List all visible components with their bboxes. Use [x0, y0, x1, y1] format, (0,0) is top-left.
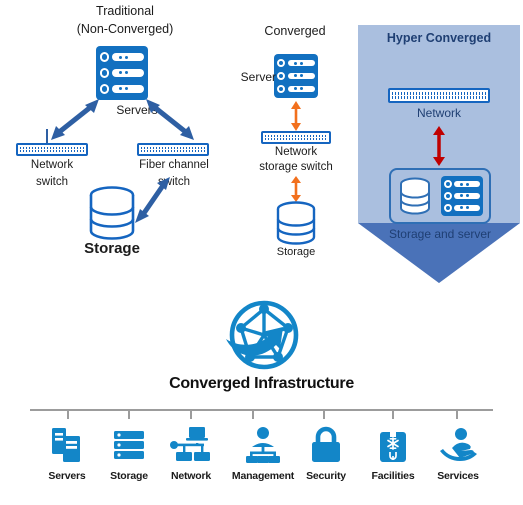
switch-ports-row — [265, 137, 327, 140]
category-storage[interactable]: Storage — [95, 422, 163, 482]
traditional-network-switch-label-line2: switch — [36, 176, 68, 188]
hyper-converged-network-label: Network — [416, 106, 461, 120]
traditional-network-switch-label-line1: Network — [30, 159, 74, 171]
hyper-converged-storage-cylinder-icon — [399, 177, 431, 215]
category-tick — [392, 409, 394, 419]
converged-switch-label-line1: Network — [274, 146, 318, 158]
facilities-icon — [358, 422, 428, 464]
converged-storage-cylinder-icon — [275, 201, 317, 245]
converged-infrastructure-title: Converged Infrastructure — [169, 375, 354, 392]
network-icon — [157, 422, 225, 464]
switch-ports-row — [392, 95, 486, 99]
server-led — [277, 84, 286, 94]
category-facilities[interactable]: Facilities — [358, 422, 428, 482]
switch-ports-row — [20, 149, 84, 152]
server-led — [99, 84, 110, 94]
switch-ports-row — [392, 92, 486, 95]
hyper-converged-title: Hyper Converged — [386, 31, 492, 45]
converged-server-label: Server — [240, 70, 276, 84]
server-led — [443, 192, 452, 200]
category-network[interactable]: Network — [157, 422, 225, 482]
converged-server-to-switch-arrow — [288, 101, 304, 131]
server-led — [99, 52, 110, 62]
category-rule-line — [30, 409, 493, 411]
category-label: Facilities — [371, 470, 415, 482]
security-lock-icon — [292, 422, 360, 464]
hyper-converged-red-double-arrow — [430, 126, 448, 166]
server-bay — [454, 181, 481, 188]
category-label: Servers — [48, 470, 86, 482]
server-bay — [454, 193, 481, 199]
server-led — [277, 58, 286, 68]
traditional-fiber-channel-switch-icon — [137, 143, 209, 156]
servers-to-network-switch-arrow — [49, 97, 101, 141]
servers-icon — [33, 422, 101, 464]
traditional-storage-cylinder-icon — [88, 186, 136, 240]
server-led — [443, 203, 452, 212]
services-hand-icon — [424, 422, 492, 464]
converged-storage-label: Storage — [276, 246, 316, 258]
traditional-title-line2: (Non-Converged) — [76, 22, 174, 36]
category-tick — [323, 409, 325, 419]
server-led — [277, 71, 286, 81]
converged-switch-label-line2: storage switch — [259, 161, 333, 173]
storage-to-fiber-switch-arrow — [133, 175, 173, 225]
switch-ports-row — [141, 149, 205, 152]
traditional-network-switch-icon — [16, 143, 88, 156]
server-bay — [287, 85, 315, 93]
server-bay — [454, 204, 481, 211]
category-services[interactable]: Services — [424, 422, 492, 482]
traditional-fiber-switch-label-line1: Fiber channel — [139, 159, 209, 171]
category-tick — [456, 409, 458, 419]
server-led — [99, 68, 110, 78]
server-bay — [112, 69, 145, 77]
server-bay — [112, 85, 145, 93]
category-label: Storage — [110, 470, 148, 482]
category-label: Network — [170, 470, 212, 482]
converged-switch-to-storage-arrow — [288, 176, 304, 202]
storage-and-server-label: Storage and server — [388, 227, 492, 241]
storage-icon — [95, 422, 163, 464]
hyper-converged-server-icon — [441, 176, 483, 216]
category-label: Security — [306, 470, 346, 482]
diagram-canvas: Hyper Converged Network Storage and serv… — [0, 0, 523, 505]
converged-title: Converged — [264, 24, 326, 38]
category-tick — [67, 409, 69, 419]
traditional-storage-label: Storage — [84, 240, 140, 257]
server-bay — [287, 59, 315, 67]
converged-network-globe-logo — [222, 297, 302, 375]
category-tick — [128, 409, 130, 419]
servers-to-fiber-switch-arrow — [144, 97, 196, 141]
server-bay — [287, 72, 315, 80]
server-bay — [112, 53, 145, 61]
category-tick — [190, 409, 192, 419]
traditional-title-line1: Traditional — [96, 4, 154, 18]
server-led — [443, 180, 452, 189]
traditional-servers-icon — [96, 46, 148, 100]
converged-network-storage-switch-icon — [261, 131, 331, 144]
category-servers[interactable]: Servers — [33, 422, 101, 482]
converged-server-icon — [274, 54, 318, 98]
category-security[interactable]: Security — [292, 422, 360, 482]
hyper-converged-network-switch-icon — [388, 88, 490, 103]
category-tick — [252, 409, 254, 419]
category-label: Services — [437, 470, 479, 482]
